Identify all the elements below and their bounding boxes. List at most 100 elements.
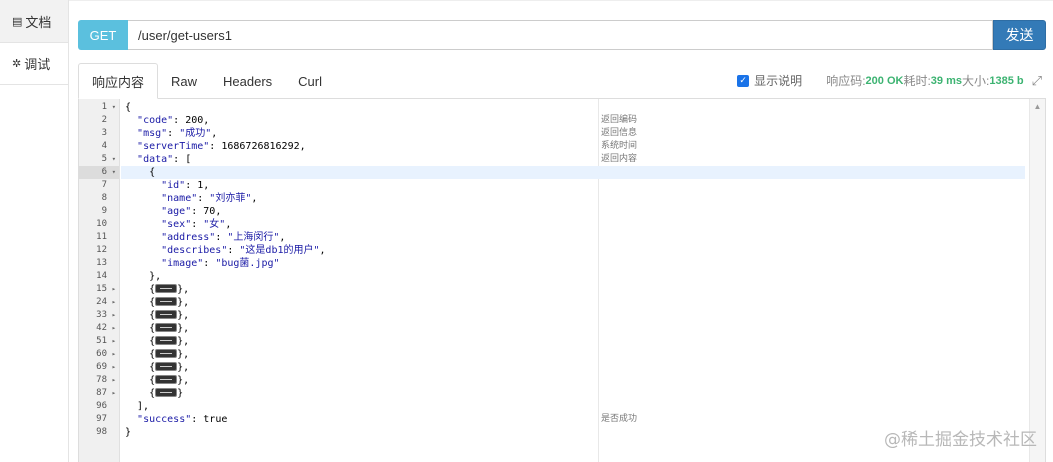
code-line: "serverTime": 1686726816292, 系统时间: [121, 140, 1025, 153]
code-line: "msg": "成功", 返回信息: [121, 127, 1025, 140]
line-number: 10: [96, 219, 107, 229]
code-text: },: [177, 284, 190, 295]
code-line: "image": "bug菌.jpg": [121, 257, 1025, 270]
code-text: {: [125, 284, 156, 295]
fold-closed-icon[interactable]: ▸: [112, 322, 116, 335]
code-text: {: [125, 336, 156, 347]
code-text: "success": true: [137, 414, 228, 425]
line-number: 60 ▸: [96, 348, 116, 361]
line-number: 69 ▸: [96, 361, 116, 374]
tab-headers[interactable]: Headers: [210, 63, 285, 99]
code-text: {: [125, 297, 156, 308]
folded-block-icon[interactable]: [155, 296, 178, 306]
code-line: "name": "刘亦菲",: [121, 192, 1025, 205]
response-editor[interactable]: 1 ▾ 2 3 4 5 ▾ 6 ▾ 7 8 9 10 11 12 13 14 15 ▸ 24 ▸ 33 ▸ 42 ▸ 51 ▸ 60 ▸…: [78, 99, 1046, 462]
fold-closed-icon[interactable]: ▸: [112, 283, 116, 296]
code-text: },: [177, 349, 190, 360]
code-text: {: [125, 388, 156, 399]
size-label: 大小:: [962, 74, 990, 88]
folded-block-icon[interactable]: [155, 335, 178, 345]
code-line: ],: [121, 400, 1025, 413]
fold-closed-icon[interactable]: ▸: [112, 335, 116, 348]
line-number: 11: [96, 232, 107, 242]
code-text: },: [177, 336, 190, 347]
vertical-scrollbar[interactable]: ▲: [1029, 99, 1045, 462]
code-text: "code": 200,: [137, 115, 210, 126]
code-line: },: [121, 270, 1025, 283]
sidebar-item-docs[interactable]: ▤ 文档: [0, 0, 68, 42]
fold-closed-icon[interactable]: ▸: [112, 309, 116, 322]
code-line: {},: [121, 348, 1025, 361]
url-input[interactable]: [128, 20, 993, 50]
method-badge[interactable]: GET: [78, 20, 128, 50]
show-desc-label[interactable]: 显示说明: [754, 72, 802, 89]
folded-block-icon[interactable]: [155, 283, 178, 293]
code-line: {: [121, 166, 1025, 179]
fold-closed-icon[interactable]: ▸: [112, 374, 116, 387]
code-line: {},: [121, 322, 1025, 335]
code-text: "sex": "女",: [161, 219, 232, 230]
fold-open-icon[interactable]: ▾: [112, 153, 116, 166]
line-number: 51 ▸: [96, 335, 116, 348]
code-text: }: [177, 388, 184, 399]
sidebar-divider: [0, 84, 68, 85]
line-number: 24 ▸: [96, 296, 116, 309]
code-text: {: [125, 349, 156, 360]
line-number: 7: [101, 180, 107, 190]
response-meta: ✓ 显示说明 响应码: 200 OK 耗时: 39 ms 大小: 1385 b …: [737, 63, 1046, 98]
document-icon: ▤: [12, 15, 23, 28]
line-number: 9: [101, 206, 107, 216]
time-label: 耗时:: [903, 74, 931, 88]
line-number: 13: [96, 258, 107, 268]
fold-closed-icon[interactable]: ▸: [112, 348, 116, 361]
scroll-up-icon[interactable]: ▲: [1030, 102, 1045, 111]
fullscreen-icon[interactable]: ⤢: [1032, 73, 1042, 89]
fold-closed-icon[interactable]: ▸: [112, 387, 116, 400]
fold-open-icon[interactable]: ▾: [112, 166, 116, 179]
line-number: 8: [101, 193, 107, 203]
field-description: 返回内容: [601, 154, 638, 164]
fold-open-icon[interactable]: ▾: [112, 101, 116, 114]
tab-response-content[interactable]: 响应内容: [78, 63, 159, 99]
folded-block-icon[interactable]: [155, 348, 178, 358]
line-number: 14: [96, 271, 107, 281]
code-line: {}: [121, 387, 1025, 400]
code-area[interactable]: { "code": 200, 返回编码 "msg": "成功", 返回信息 "ser…: [121, 99, 1025, 462]
code-line: {: [121, 101, 1025, 114]
code-text: },: [177, 323, 190, 334]
fold-closed-icon[interactable]: ▸: [112, 361, 116, 374]
folded-block-icon[interactable]: [155, 374, 178, 384]
code-text: },: [177, 375, 190, 386]
fold-closed-icon[interactable]: ▸: [112, 296, 116, 309]
code-line: "address": "上海闵行",: [121, 231, 1025, 244]
bug-icon: ✲: [12, 58, 22, 70]
code-line: {},: [121, 309, 1025, 322]
time-value: 39 ms: [930, 74, 962, 87]
watermark: @稀土掘金技术社区: [884, 430, 1037, 450]
line-number: 15 ▸: [96, 283, 116, 296]
send-button[interactable]: 发送: [993, 20, 1046, 50]
field-description: 系统时间: [601, 141, 638, 151]
folded-block-icon[interactable]: [155, 322, 178, 332]
code-text: "describes": "这是db1的用户",: [161, 245, 326, 256]
request-bar: GET 发送: [78, 20, 1046, 50]
tab-raw[interactable]: Raw: [158, 63, 210, 99]
line-number: 78 ▸: [96, 374, 116, 387]
code-text: {: [125, 167, 156, 178]
code-line: {},: [121, 296, 1025, 309]
tab-curl[interactable]: Curl: [285, 63, 335, 99]
show-desc-checkbox[interactable]: ✓: [737, 74, 750, 87]
size-value: 1385 b: [989, 74, 1024, 87]
sidebar: ▤ 文档 ✲ 调试: [0, 0, 69, 462]
line-gutter: 1 ▾ 2 3 4 5 ▾ 6 ▾ 7 8 9 10 11 12 13 14 15 ▸ 24 ▸ 33 ▸ 42 ▸ 51 ▸ 60 ▸…: [79, 99, 120, 462]
folded-block-icon[interactable]: [155, 387, 178, 397]
sidebar-item-debug[interactable]: ✲ 调试: [0, 42, 68, 84]
folded-block-icon[interactable]: [155, 361, 178, 371]
app-root: ▤ 文档 ✲ 调试 GET 发送 响应内容 Raw Headers Curl ✓…: [0, 0, 1053, 462]
code-line: "data": [返回内容: [121, 153, 1025, 166]
code-text: },: [177, 297, 190, 308]
code-text: },: [177, 310, 190, 321]
folded-block-icon[interactable]: [155, 309, 178, 319]
top-divider: [69, 0, 1053, 8]
line-number: 96: [96, 401, 107, 411]
